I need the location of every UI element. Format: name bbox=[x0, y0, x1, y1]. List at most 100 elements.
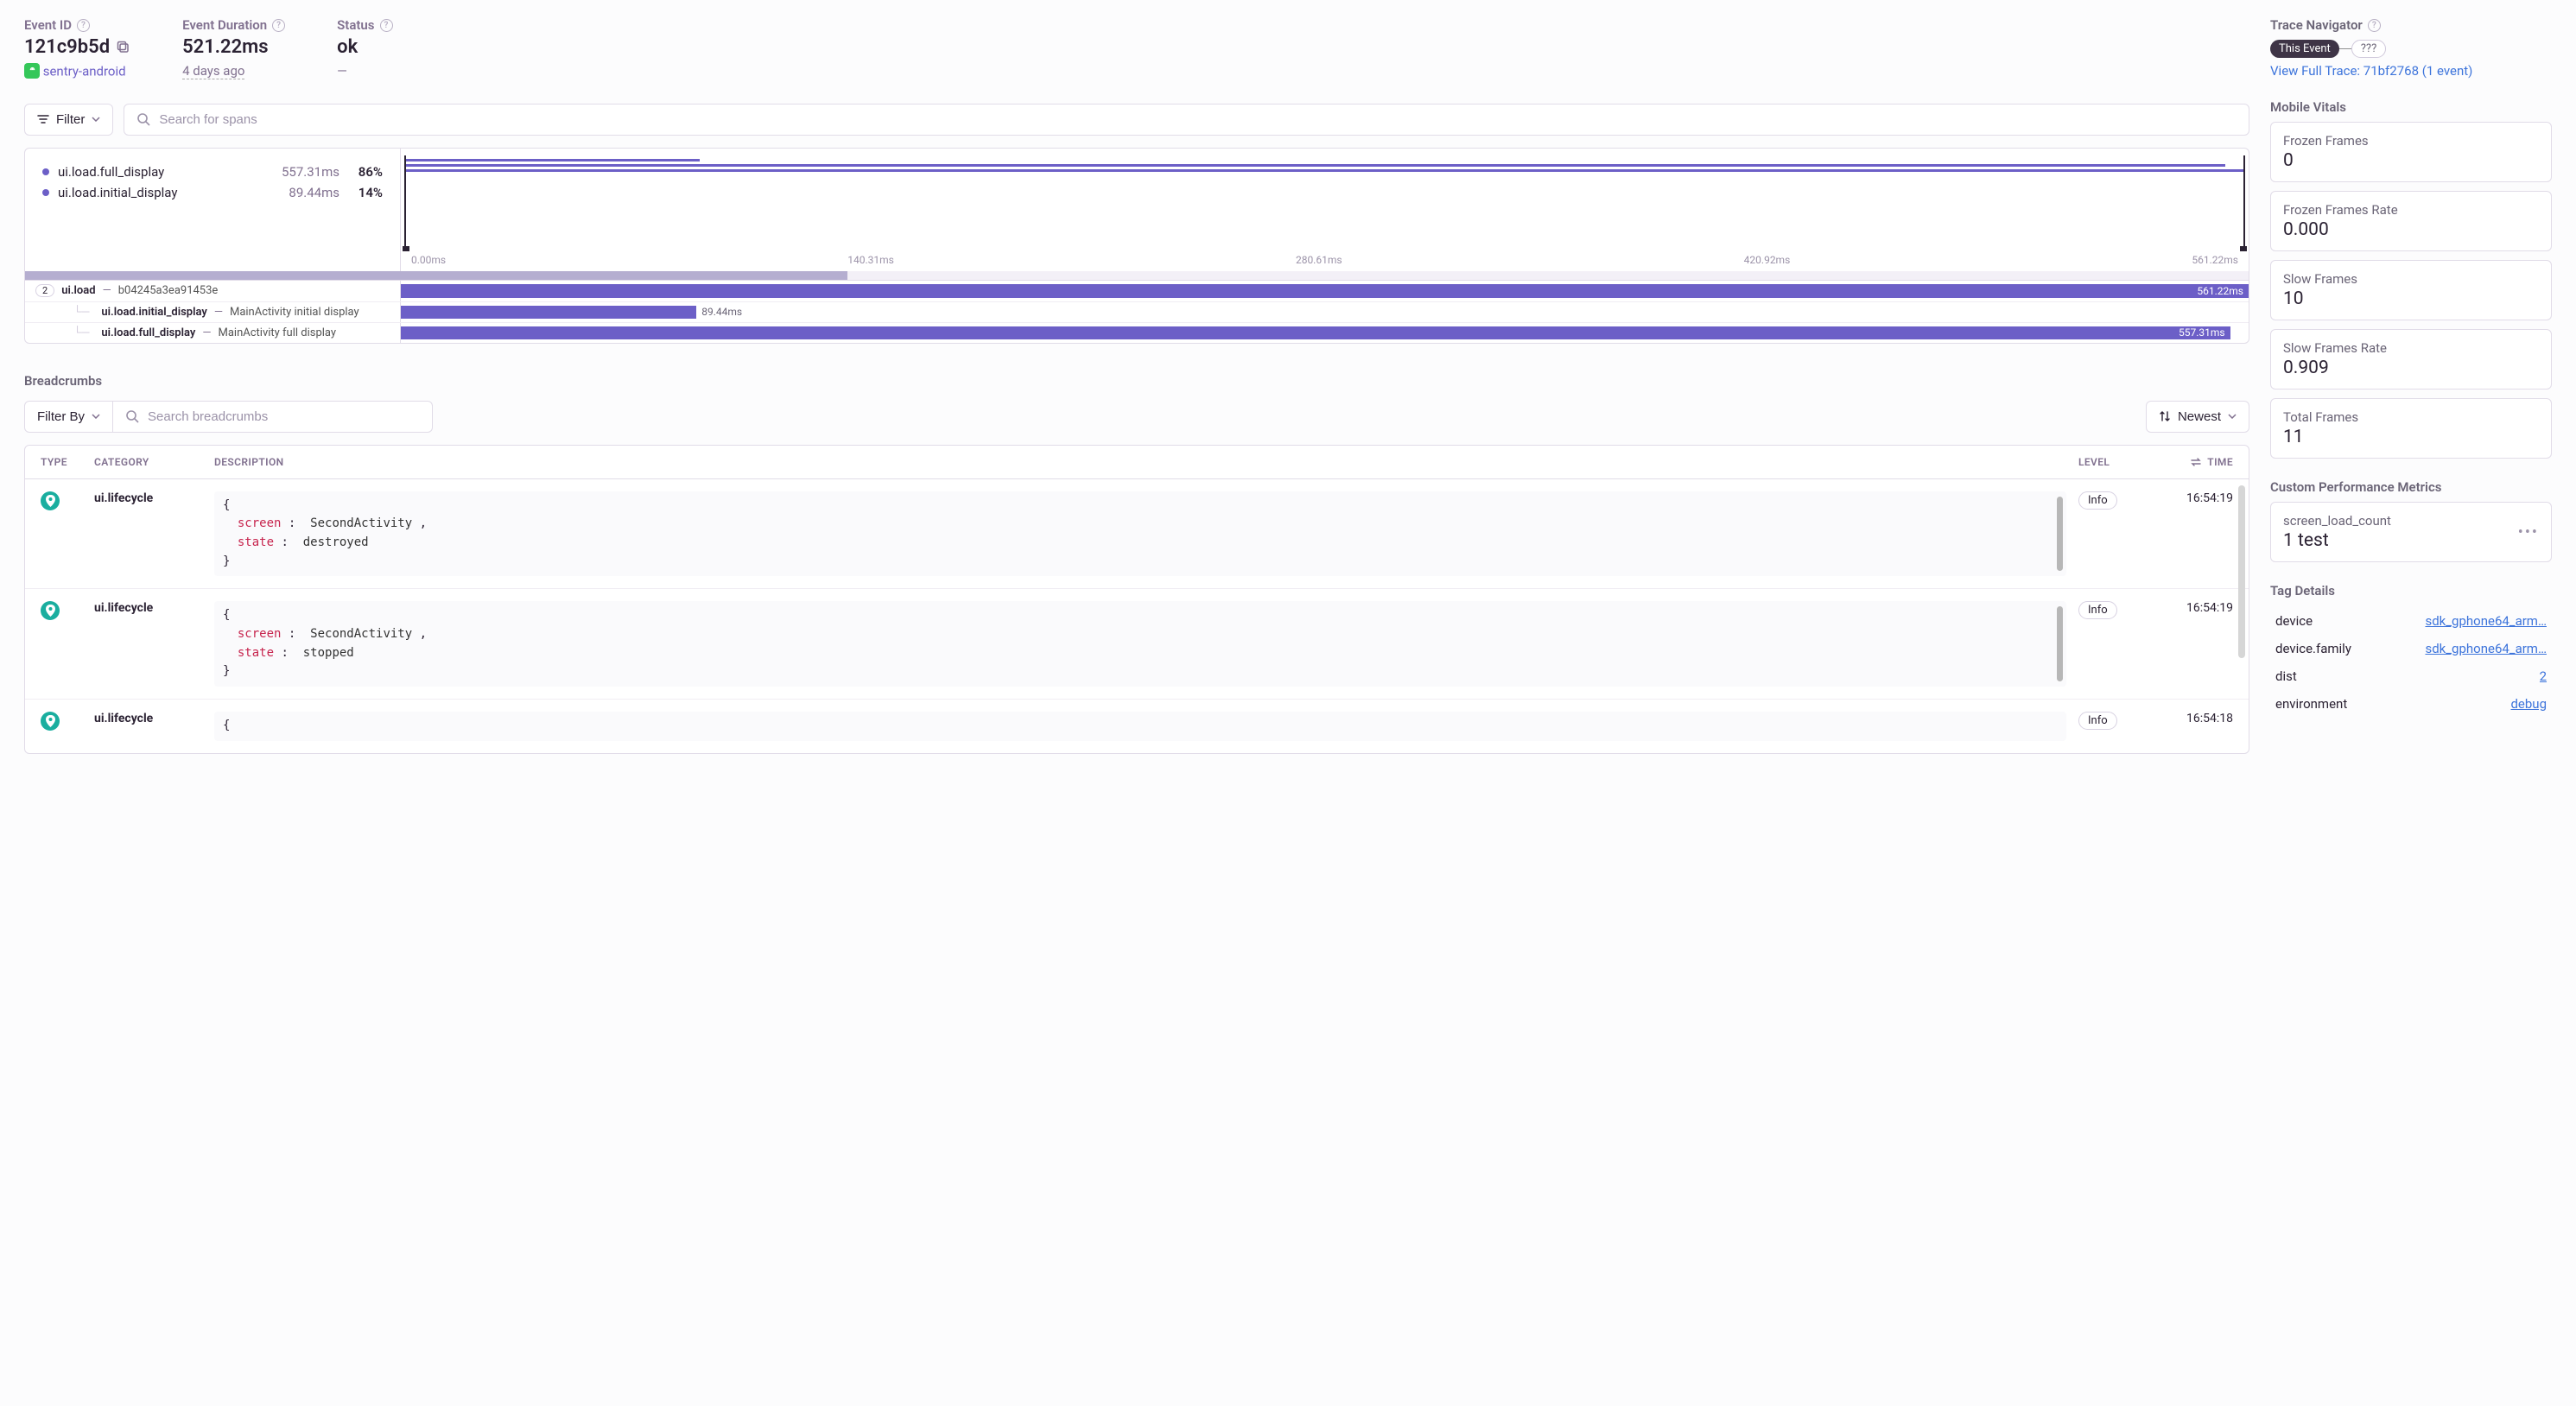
level-badge: Info bbox=[2078, 491, 2117, 510]
status-label: Status ? bbox=[337, 17, 392, 33]
platform-icon bbox=[24, 63, 40, 79]
copy-icon[interactable] bbox=[117, 41, 130, 54]
view-full-trace-link[interactable]: View Full Trace: 71bf2768 (1 event) bbox=[2270, 63, 2472, 79]
breadcrumb-time: 16:54:19 bbox=[2155, 491, 2233, 505]
vitals-label: Frozen Frames Rate bbox=[2283, 202, 2539, 218]
breadcrumb-time: 16:54:18 bbox=[2155, 712, 2233, 725]
tag-row: dist2 bbox=[2270, 662, 2552, 690]
vitals-card[interactable]: Total Frames11 bbox=[2270, 398, 2552, 459]
tag-key: device.family bbox=[2275, 641, 2351, 656]
timeline-chart[interactable] bbox=[404, 155, 2245, 249]
search-icon bbox=[125, 409, 139, 423]
help-icon[interactable]: ? bbox=[272, 19, 285, 32]
chevron-down-icon bbox=[92, 414, 100, 419]
metric-label: screen_load_count bbox=[2283, 513, 2391, 529]
breadcrumb-payload: { bbox=[214, 712, 2066, 741]
event-header: Event ID ? 121c9b5d sentry-android Event… bbox=[24, 17, 2249, 79]
col-description: DESCRIPTION bbox=[214, 456, 2066, 468]
duration-value: 521.22ms bbox=[182, 36, 285, 58]
breadcrumb-category: ui.lifecycle bbox=[94, 712, 202, 725]
tag-value-link[interactable]: 2 bbox=[2540, 668, 2547, 684]
breadcrumbs-sort-button[interactable]: Newest bbox=[2146, 401, 2249, 433]
duration-label: Event Duration ? bbox=[182, 17, 285, 33]
col-level: LEVEL bbox=[2078, 456, 2143, 468]
breadcrumb-payload: { screen : SecondActivity , state : dest… bbox=[214, 491, 2066, 577]
span-row[interactable]: └─ui.load.initial_display — MainActivity… bbox=[25, 301, 2249, 322]
span-desc: MainActivity full display bbox=[218, 326, 336, 339]
metric-card[interactable]: screen_load_count 1 test ••• bbox=[2270, 502, 2552, 562]
span-op: ui.load bbox=[61, 284, 95, 297]
tag-row: environment debug bbox=[2270, 690, 2552, 718]
event-id-label: Event ID ? bbox=[24, 17, 130, 33]
search-icon bbox=[136, 112, 150, 126]
breadcrumbs-filter-button[interactable]: Filter By bbox=[24, 401, 113, 433]
span-bar[interactable] bbox=[401, 306, 696, 319]
breadcrumb-category: ui.lifecycle bbox=[94, 491, 202, 505]
breadcrumbs-title: Breadcrumbs bbox=[24, 373, 2249, 389]
scrollbar[interactable] bbox=[2238, 485, 2245, 658]
sort-icon bbox=[2159, 410, 2171, 422]
vitals-label: Slow Frames Rate bbox=[2283, 340, 2539, 356]
vitals-value: 10 bbox=[2283, 288, 2539, 309]
help-icon[interactable]: ? bbox=[2368, 19, 2381, 32]
span-bar[interactable]: 557.31ms bbox=[401, 326, 2230, 339]
breadcrumb-row[interactable]: ui.lifecycle{Info16:54:18 bbox=[25, 699, 2249, 753]
location-icon bbox=[41, 601, 60, 620]
span-row[interactable]: └─ui.load.full_display — MainActivity fu… bbox=[25, 322, 2249, 343]
series-pct: 86% bbox=[348, 164, 383, 180]
unknown-pill[interactable]: ??? bbox=[2351, 40, 2386, 58]
filter-button[interactable]: Filter bbox=[24, 104, 113, 136]
tag-row: device.family sdk_gphone64_arm… bbox=[2270, 635, 2552, 662]
filter-icon bbox=[37, 114, 49, 124]
timeline-scrubber[interactable] bbox=[25, 271, 2249, 280]
span-bar[interactable]: 561.22ms bbox=[401, 284, 2249, 298]
duration-age[interactable]: 4 days ago bbox=[182, 63, 244, 79]
vitals-card[interactable]: Slow Frames10 bbox=[2270, 260, 2552, 320]
tag-value-link[interactable]: debug bbox=[2510, 696, 2547, 712]
series-pct: 14% bbox=[348, 185, 383, 200]
breadcrumbs-search-input[interactable] bbox=[148, 409, 420, 424]
tag-value-link[interactable]: sdk_gphone64_arm… bbox=[2425, 641, 2547, 656]
help-icon[interactable]: ? bbox=[77, 19, 90, 32]
breadcrumb-payload: { screen : SecondActivity , state : stop… bbox=[214, 601, 2066, 687]
col-time[interactable]: TIME bbox=[2155, 456, 2233, 468]
timeline-ticks: 0.00ms 140.31ms 280.61ms 420.92ms 561.22… bbox=[404, 249, 2245, 271]
span-row[interactable]: 2ui.load — b04245a3ea91453e561.22ms bbox=[25, 281, 2249, 301]
span-desc: b04245a3ea91453e bbox=[118, 284, 219, 297]
custom-metrics-title: Custom Performance Metrics bbox=[2270, 479, 2552, 495]
vitals-card[interactable]: Slow Frames Rate0.909 bbox=[2270, 329, 2552, 390]
span-search-input[interactable] bbox=[159, 112, 2237, 127]
series-name: ui.load.full_display bbox=[58, 164, 260, 180]
status-sub: — bbox=[337, 63, 392, 79]
this-event-pill[interactable]: This Event bbox=[2270, 40, 2339, 58]
help-icon[interactable]: ? bbox=[380, 19, 393, 32]
more-icon[interactable]: ••• bbox=[2518, 523, 2539, 542]
status-value: ok bbox=[337, 36, 392, 58]
series-dot-icon bbox=[42, 168, 49, 175]
location-icon bbox=[41, 491, 60, 510]
series-ms: 89.44ms bbox=[269, 185, 339, 200]
scrollbar[interactable] bbox=[2057, 497, 2063, 572]
span-search[interactable] bbox=[124, 104, 2249, 136]
vitals-value: 0.000 bbox=[2283, 219, 2539, 240]
breadcrumb-row[interactable]: ui.lifecycle{ screen : SecondActivity , … bbox=[25, 588, 2249, 699]
series-ms: 557.31ms bbox=[269, 164, 339, 180]
tag-value-link[interactable]: sdk_gphone64_arm… bbox=[2425, 613, 2547, 629]
vitals-card[interactable]: Frozen Frames0 bbox=[2270, 122, 2552, 182]
breadcrumbs-table: TYPE CATEGORY DESCRIPTION LEVEL TIME ui.… bbox=[24, 445, 2249, 754]
breadcrumb-row[interactable]: ui.lifecycle { screen : SecondActivity , … bbox=[25, 479, 2249, 589]
breadcrumb-time: 16:54:19 bbox=[2155, 601, 2233, 615]
trace-nav-pills: This Event ??? bbox=[2270, 40, 2552, 58]
tag-key: environment bbox=[2275, 696, 2347, 712]
vitals-label: Slow Frames bbox=[2283, 271, 2539, 287]
span-duration: 89.44ms bbox=[696, 302, 742, 322]
span-op: ui.load.full_display bbox=[101, 326, 195, 339]
scrollbar[interactable] bbox=[2057, 606, 2063, 681]
project-link[interactable]: sentry-android bbox=[43, 64, 126, 79]
vitals-card[interactable]: Frozen Frames Rate0.000 bbox=[2270, 191, 2552, 251]
span-op: ui.load.initial_display bbox=[101, 306, 206, 319]
breadcrumbs-search[interactable] bbox=[113, 401, 433, 433]
level-badge: Info bbox=[2078, 601, 2117, 619]
vitals-value: 0 bbox=[2283, 150, 2539, 171]
tag-details-title: Tag Details bbox=[2270, 583, 2552, 598]
